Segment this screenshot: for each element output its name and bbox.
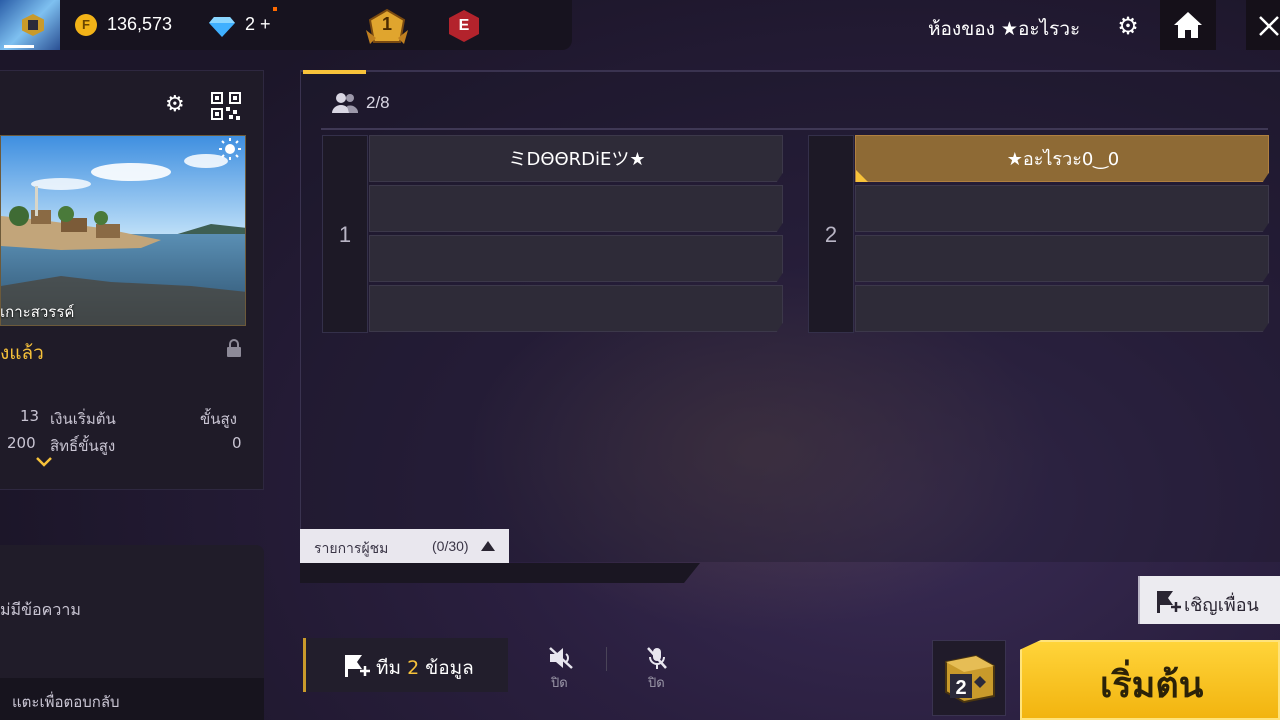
divider — [321, 128, 1268, 130]
players-icon — [332, 93, 358, 113]
team-1-number: 1 — [338, 222, 352, 247]
stat-right-1: ขั้นสูง — [200, 410, 237, 428]
dice-number: 2 — [955, 677, 966, 699]
team-2-slot-3[interactable] — [855, 235, 1269, 282]
speaker-muted-icon[interactable] — [548, 646, 574, 670]
room-config-gear-icon[interactable]: ⚙ — [165, 92, 185, 117]
team-info-label: ทีม 2 ข้อมูล — [376, 657, 474, 679]
invite-friends-label: เชิญเพื่อน — [1184, 595, 1259, 616]
stat-label-2: สิทธิ์ขั้นสูง — [50, 437, 116, 455]
unlock-status: ังแล้ว — [0, 342, 44, 364]
notification-dot — [273, 7, 277, 11]
team-2-slot-4[interactable] — [855, 285, 1269, 332]
caret-up-icon — [481, 541, 495, 551]
room-settings-gear-icon[interactable]: ⚙ — [1114, 12, 1142, 40]
map-name: เกาะสวรรค์ — [0, 303, 75, 321]
spectator-label: รายการผู้ชม — [314, 541, 389, 557]
avatar-progress-bar — [4, 45, 34, 48]
team-2-slot-1[interactable]: ★อะไรวะ0‿0 — [855, 135, 1269, 182]
no-messages-text: ม่มีข้อความ — [0, 600, 81, 619]
diamond-balance[interactable]: 2 + — [245, 14, 271, 35]
dice-item-icon: 2 — [945, 654, 995, 704]
team-flag-icon — [345, 655, 370, 677]
weather-day-icon — [219, 138, 241, 160]
map-preview-image[interactable] — [0, 135, 246, 326]
slot-player-name: ★อะไรวะ0‿0 — [1006, 149, 1120, 170]
invite-flag-icon — [1157, 591, 1181, 613]
team-1-slot-3[interactable] — [369, 235, 783, 282]
team-1-slot-1[interactable]: ミDΘΘRDiEツ★ — [369, 135, 783, 182]
start-game-label: เริ่มต้น — [1100, 665, 1204, 706]
stat-value-2: 200 — [7, 434, 36, 452]
home-icon — [1174, 12, 1202, 38]
reply-hint: แตะเพื่อตอบกลับ — [12, 693, 120, 711]
player-count: 2/8 — [366, 93, 390, 112]
slot-player-name: ミDΘΘRDiEツ★ — [508, 149, 646, 170]
coin-balance: 136,573 — [107, 14, 173, 34]
team-1-slot-2[interactable] — [369, 185, 783, 232]
team-1-slot-4[interactable] — [369, 285, 783, 332]
room-title: ห้องของ ★อะไรวะ — [928, 18, 1081, 40]
panel-bottom-strip — [300, 563, 700, 583]
microphone-status: ปิด — [648, 676, 665, 691]
chevron-down-icon[interactable] — [35, 456, 53, 468]
team-2-number: 2 — [824, 222, 838, 247]
stat-right-2: 0 — [232, 434, 242, 452]
diamond-icon — [209, 17, 235, 37]
stat-label-1: เงินเริ่มต้น — [50, 410, 116, 428]
spectator-count: (0/30) — [432, 538, 469, 554]
close-button[interactable] — [1246, 0, 1280, 50]
microphone-muted-icon[interactable] — [646, 646, 668, 672]
controls-divider — [606, 647, 607, 671]
team-2-slot-2[interactable] — [855, 185, 1269, 232]
home-button[interactable] — [1160, 0, 1216, 50]
rank-level: 1 — [381, 14, 392, 34]
lock-icon — [227, 339, 241, 357]
gold-coin-icon: F — [75, 14, 97, 36]
tab-indicator — [303, 70, 366, 74]
speaker-status: ปิด — [551, 676, 568, 691]
qr-code-icon[interactable] — [211, 92, 241, 120]
close-icon — [1259, 16, 1279, 36]
stat-value-1: 13 — [20, 407, 40, 425]
